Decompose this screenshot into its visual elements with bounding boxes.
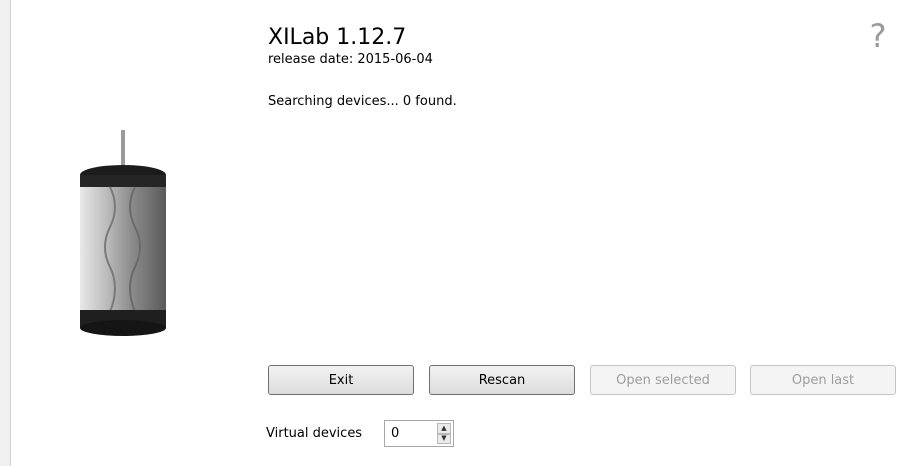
virtual-devices-label: Virtual devices <box>266 426 363 441</box>
spin-buttons: ▲ ▼ <box>437 423 451 444</box>
motor-image <box>80 130 166 336</box>
search-status: Searching devices... 0 found. <box>268 94 457 109</box>
release-date: release date: 2015-06-04 <box>268 52 433 67</box>
spin-up-icon[interactable]: ▲ <box>437 423 451 434</box>
question-mark-icon[interactable]: ? <box>866 18 890 54</box>
open-selected-button[interactable]: Open selected <box>590 365 736 395</box>
open-last-button[interactable]: Open last <box>750 365 896 395</box>
spin-down-icon[interactable]: ▼ <box>437 433 451 444</box>
virtual-devices-spinbox[interactable]: 0 ▲ ▼ <box>384 420 454 447</box>
rescan-button[interactable]: Rescan <box>429 365 575 395</box>
app-title: XILab 1.12.7 <box>268 25 407 50</box>
exit-button[interactable]: Exit <box>268 365 414 395</box>
virtual-devices-value[interactable]: 0 <box>391 426 399 441</box>
window-left-edge <box>0 0 10 466</box>
